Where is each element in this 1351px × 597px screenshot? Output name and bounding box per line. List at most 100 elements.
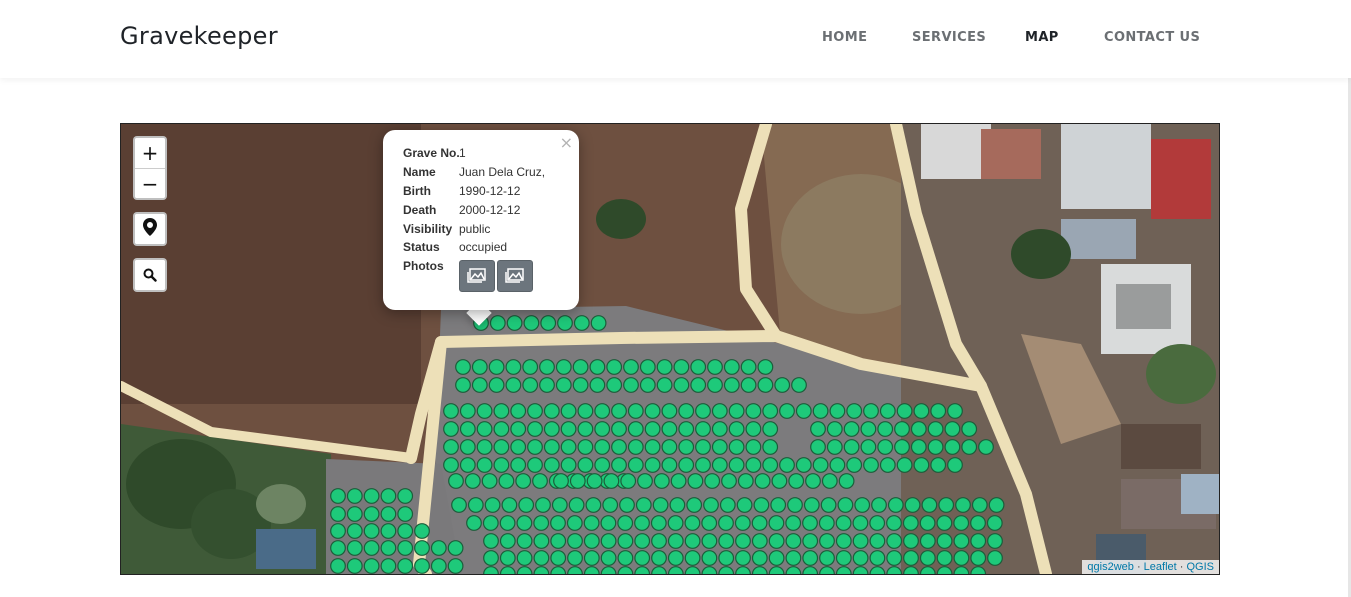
grave-marker[interactable]	[788, 473, 805, 489]
grave-marker[interactable]	[330, 488, 346, 504]
grave-marker[interactable]	[678, 457, 695, 473]
grave-marker[interactable]	[476, 457, 493, 473]
nav-services[interactable]: SERVICES	[912, 30, 986, 45]
grave-marker[interactable]	[627, 403, 644, 419]
grave-marker[interactable]	[987, 550, 1003, 566]
grave-marker[interactable]	[346, 488, 363, 504]
grave-marker[interactable]	[577, 457, 594, 473]
grave-marker[interactable]	[560, 439, 577, 455]
grave-marker[interactable]	[651, 533, 667, 549]
grave-marker[interactable]	[936, 533, 953, 549]
grave-marker[interactable]	[673, 359, 690, 375]
grave-marker[interactable]	[970, 533, 987, 549]
grave-marker[interactable]	[869, 550, 886, 566]
grave-marker[interactable]	[483, 533, 499, 549]
grave-marker[interactable]	[684, 515, 701, 531]
grave-marker[interactable]	[516, 533, 533, 549]
grave-marker[interactable]	[695, 421, 711, 437]
grave-marker[interactable]	[567, 533, 583, 549]
grave-marker[interactable]	[330, 523, 346, 539]
grave-marker[interactable]	[970, 515, 986, 531]
grave-marker[interactable]	[484, 497, 501, 513]
grave-marker[interactable]	[476, 403, 493, 419]
grave-marker[interactable]	[363, 540, 380, 556]
grave-marker[interactable]	[812, 403, 829, 419]
grave-marker[interactable]	[854, 497, 871, 513]
grave-marker[interactable]	[363, 488, 380, 504]
grave-marker[interactable]	[687, 473, 704, 489]
grave-marker[interactable]	[819, 550, 835, 566]
grave-marker[interactable]	[771, 473, 788, 489]
grave-marker[interactable]	[886, 550, 903, 566]
grave-marker[interactable]	[736, 497, 753, 513]
grave-marker[interactable]	[961, 421, 978, 437]
grave-marker[interactable]	[791, 377, 807, 393]
grave-marker[interactable]	[572, 377, 589, 393]
zoom-out-button[interactable]: −	[135, 168, 165, 198]
grave-marker[interactable]	[753, 497, 770, 513]
attribution-qgis2web-link[interactable]: qgis2web	[1087, 561, 1133, 573]
grave-marker[interactable]	[505, 359, 522, 375]
grave-marker[interactable]	[586, 473, 603, 489]
grave-marker[interactable]	[910, 421, 927, 437]
grave-marker[interactable]	[489, 315, 506, 331]
grave-marker[interactable]	[944, 439, 961, 455]
grave-marker[interactable]	[397, 540, 414, 556]
grave-marker[interactable]	[550, 550, 567, 566]
grave-marker[interactable]	[551, 497, 568, 513]
grave-marker[interactable]	[820, 497, 837, 513]
grave-marker[interactable]	[779, 403, 795, 419]
grave-marker[interactable]	[590, 315, 607, 331]
grave-marker[interactable]	[718, 533, 735, 549]
photo-button-2[interactable]	[497, 260, 533, 292]
grave-marker[interactable]	[634, 533, 651, 549]
grave-marker[interactable]	[829, 457, 846, 473]
grave-marker[interactable]	[757, 359, 774, 375]
grave-marker[interactable]	[493, 403, 510, 419]
grave-marker[interactable]	[443, 421, 459, 437]
grave-marker[interactable]	[812, 457, 829, 473]
grave-marker[interactable]	[443, 439, 459, 455]
grave-marker[interactable]	[896, 457, 913, 473]
grave-marker[interactable]	[770, 497, 787, 513]
grave-marker[interactable]	[913, 403, 930, 419]
grave-marker[interactable]	[476, 439, 493, 455]
grave-marker[interactable]	[757, 377, 774, 393]
grave-marker[interactable]	[795, 403, 812, 419]
grave-marker[interactable]	[447, 558, 464, 574]
grave-marker[interactable]	[707, 377, 723, 393]
grave-marker[interactable]	[936, 550, 953, 566]
grave-marker[interactable]	[701, 550, 718, 566]
grave-marker[interactable]	[493, 457, 510, 473]
grave-marker[interactable]	[835, 533, 852, 549]
grave-marker[interactable]	[947, 403, 963, 419]
grave-marker[interactable]	[652, 497, 669, 513]
attribution-qgis-link[interactable]: QGIS	[1186, 561, 1214, 573]
grave-marker[interactable]	[728, 439, 745, 455]
grave-marker[interactable]	[754, 473, 771, 489]
grave-marker[interactable]	[877, 439, 894, 455]
grave-marker[interactable]	[397, 523, 414, 539]
grave-marker[interactable]	[779, 457, 795, 473]
grave-marker[interactable]	[860, 439, 877, 455]
grave-marker[interactable]	[970, 550, 987, 566]
grave-marker[interactable]	[707, 359, 723, 375]
grave-marker[interactable]	[762, 439, 779, 455]
grave-marker[interactable]	[826, 421, 843, 437]
grave-marker[interactable]	[704, 473, 721, 489]
grave-marker[interactable]	[785, 515, 802, 531]
grave-marker[interactable]	[594, 403, 611, 419]
grave-marker[interactable]	[737, 473, 754, 489]
grave-marker[interactable]	[860, 421, 877, 437]
nav-contact-us[interactable]: CONTACT US	[1104, 30, 1200, 45]
grave-marker[interactable]	[498, 473, 515, 489]
grave-marker[interactable]	[978, 439, 994, 455]
grave-marker[interactable]	[802, 533, 819, 549]
grave-marker[interactable]	[961, 439, 978, 455]
grave-marker[interactable]	[447, 540, 464, 556]
grave-marker[interactable]	[762, 403, 779, 419]
grave-marker[interactable]	[527, 403, 543, 419]
grave-marker[interactable]	[735, 550, 751, 566]
grave-marker[interactable]	[803, 497, 820, 513]
grave-marker[interactable]	[644, 421, 661, 437]
